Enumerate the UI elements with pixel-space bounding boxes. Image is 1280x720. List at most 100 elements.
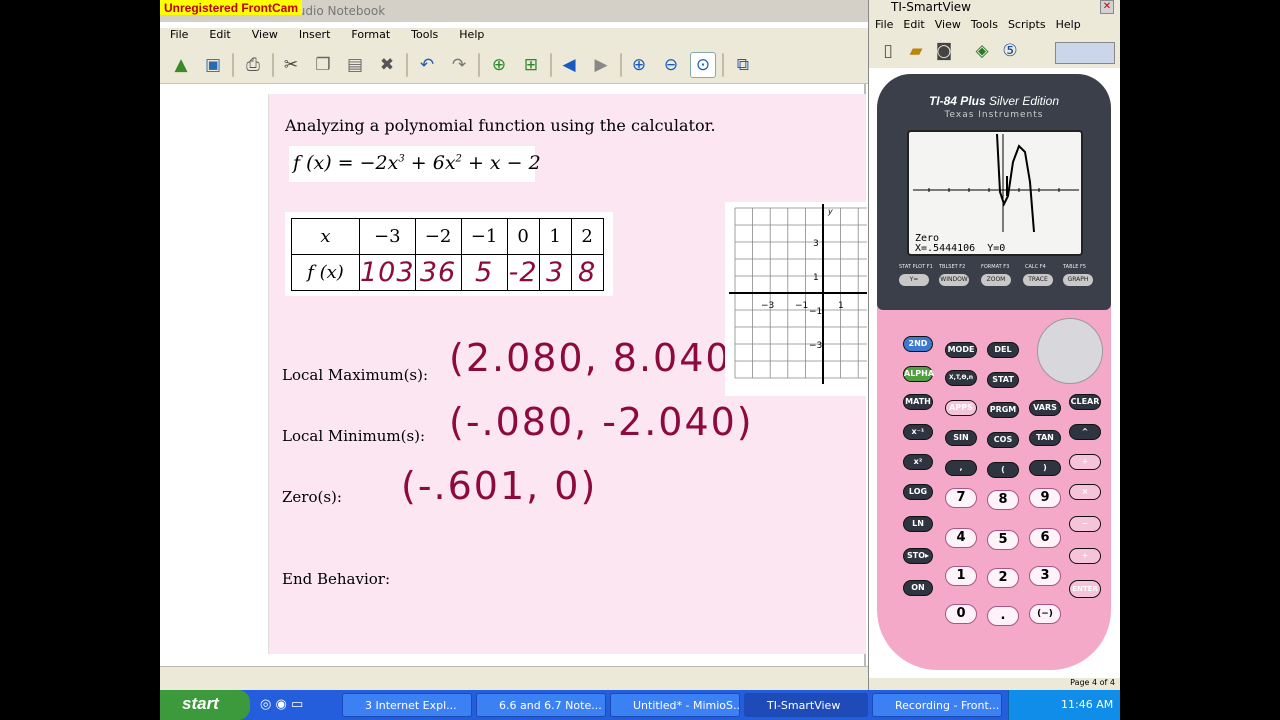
menu-help[interactable]: Help xyxy=(1056,18,1081,34)
fkey-label: TABLE F5 xyxy=(1063,264,1087,270)
zoom-out-icon[interactable]: ⊖ xyxy=(658,52,684,78)
task-recording[interactable]: Recording - Front... xyxy=(872,693,1002,717)
fullscreen-icon[interactable]: ⧉ xyxy=(730,52,756,78)
key-4[interactable]: 4 xyxy=(945,528,977,548)
undo-icon[interactable]: ↶ xyxy=(414,52,440,78)
key-2[interactable]: 2 xyxy=(987,568,1019,588)
divide-key[interactable]: ÷ xyxy=(1069,454,1101,470)
start-button[interactable]: start xyxy=(160,690,250,720)
on-key[interactable]: ON xyxy=(903,580,933,596)
send-icon[interactable]: ◈ xyxy=(969,38,995,64)
menu-insert[interactable]: Insert xyxy=(299,28,331,46)
save-icon[interactable]: ▣ xyxy=(200,52,226,78)
close-paren-key[interactable]: ) xyxy=(1029,460,1061,476)
sin-key[interactable]: SIN xyxy=(945,430,977,446)
add-page-icon[interactable]: ⊕ xyxy=(486,52,512,78)
mode-key[interactable]: MODE xyxy=(945,342,977,358)
notebook-page[interactable]: Analyzing a polynomial function using th… xyxy=(268,94,867,654)
local-max-label: Local Maximum(s): xyxy=(282,366,429,384)
cos-key[interactable]: COS xyxy=(987,432,1019,448)
menu-tools[interactable]: Tools xyxy=(971,18,998,34)
stat-key[interactable]: STAT xyxy=(987,372,1019,388)
xtn-key[interactable]: X,T,Θ,n xyxy=(945,370,977,386)
task-smartview[interactable]: TI-SmartView xyxy=(744,693,868,717)
redo-icon[interactable]: ↷ xyxy=(446,52,472,78)
apps-key[interactable]: APPS xyxy=(945,400,977,416)
add-key[interactable]: + xyxy=(1069,548,1101,564)
notebook-canvas: Analyzing a polynomial function using th… xyxy=(160,84,867,666)
inverse-key[interactable]: x⁻¹ xyxy=(903,424,933,440)
negative-key[interactable]: (−) xyxy=(1029,604,1061,624)
del-key[interactable]: DEL xyxy=(987,342,1019,358)
second-key[interactable]: 2ND xyxy=(903,336,933,352)
close-icon[interactable]: ✕ xyxy=(1100,0,1114,14)
history-icon[interactable]: ⑤ xyxy=(997,38,1023,64)
arrow-pad[interactable] xyxy=(1037,318,1103,384)
menu-help[interactable]: Help xyxy=(459,28,484,46)
key-6[interactable]: 6 xyxy=(1029,528,1061,548)
local-max-handwriting: (2.080, 8.040) xyxy=(449,336,749,380)
key-7[interactable]: 7 xyxy=(945,488,977,508)
calculator-brand: TI-84 Plus Silver Edition xyxy=(928,94,1060,108)
paste-icon[interactable]: ▤ xyxy=(342,52,368,78)
menu-file[interactable]: File xyxy=(875,18,893,34)
menu-view[interactable]: View xyxy=(252,28,278,46)
menu-file[interactable]: File xyxy=(170,28,188,46)
zoom-key[interactable]: ZOOM xyxy=(981,274,1011,286)
clear-key[interactable]: CLEAR xyxy=(1069,394,1101,410)
menu-edit[interactable]: Edit xyxy=(903,18,924,34)
coordinate-grid: y −3 −1 1 3 1 −1 −3 xyxy=(725,202,867,396)
open-icon[interactable]: ▲ xyxy=(168,52,194,78)
decimal-key[interactable]: . xyxy=(987,606,1019,626)
zoom-fit-icon[interactable]: ⊙ xyxy=(690,52,716,78)
screenshot-icon[interactable]: ◙ xyxy=(931,38,957,64)
window-key[interactable]: WINDOW xyxy=(939,274,969,286)
menu-view[interactable]: View xyxy=(935,18,961,34)
menu-edit[interactable]: Edit xyxy=(209,28,230,46)
key-0[interactable]: 0 xyxy=(945,604,977,624)
comma-key[interactable]: , xyxy=(945,460,977,476)
vars-key[interactable]: VARS xyxy=(1029,400,1061,416)
key-1[interactable]: 1 xyxy=(945,566,977,586)
power-key[interactable]: ^ xyxy=(1069,424,1101,440)
menu-tools[interactable]: Tools xyxy=(411,28,438,46)
key-9[interactable]: 9 xyxy=(1029,488,1061,508)
forward-icon[interactable]: ▶ xyxy=(588,52,614,78)
trace-key[interactable]: TRACE xyxy=(1023,274,1053,286)
task-notes[interactable]: 6.6 and 6.7 Note... xyxy=(476,693,606,717)
pen-icon[interactable] xyxy=(1055,42,1115,64)
x-cell: 0 xyxy=(506,218,540,255)
graph-key[interactable]: GRAPH xyxy=(1063,274,1093,286)
delete-icon[interactable]: ✖ xyxy=(374,52,400,78)
cut-icon[interactable]: ✂ xyxy=(278,52,304,78)
back-icon[interactable]: ◀ xyxy=(556,52,582,78)
square-key[interactable]: x² xyxy=(903,454,933,470)
local-min-label: Local Minimum(s): xyxy=(282,427,426,445)
math-key[interactable]: MATH xyxy=(903,394,933,410)
multiply-key[interactable]: × xyxy=(1069,484,1101,500)
menu-format[interactable]: Format xyxy=(351,28,390,46)
key-8[interactable]: 8 xyxy=(987,490,1019,510)
print-icon[interactable]: ⎙ xyxy=(240,52,266,78)
zoom-in-icon[interactable]: ⊕ xyxy=(626,52,652,78)
ln-key[interactable]: LN xyxy=(903,516,933,532)
alpha-key[interactable]: ALPHA xyxy=(903,366,934,382)
copy-icon[interactable]: ❐ xyxy=(310,52,336,78)
enter-key[interactable]: ENTER xyxy=(1069,580,1101,598)
log-key[interactable]: LOG xyxy=(903,484,933,500)
key-5[interactable]: 5 xyxy=(987,530,1019,550)
open-paren-key[interactable]: ( xyxy=(987,462,1019,478)
menu-scripts[interactable]: Scripts xyxy=(1008,18,1046,34)
task-internet-explorer[interactable]: 3 Internet Expl... xyxy=(342,693,472,717)
prgm-key[interactable]: PRGM xyxy=(987,402,1019,418)
y-equals-key[interactable]: Y= xyxy=(899,274,929,286)
tan-key[interactable]: TAN xyxy=(1029,430,1061,446)
open-folder-icon[interactable]: ▰ xyxy=(903,38,929,64)
quicklaunch-icons[interactable]: ◎ ◉ ▭ xyxy=(260,697,303,712)
new-icon[interactable]: ▯ xyxy=(875,38,901,64)
add-page-icon[interactable]: ⊞ xyxy=(518,52,544,78)
task-mimio[interactable]: Untitled* - MimioS... xyxy=(610,693,740,717)
key-3[interactable]: 3 xyxy=(1029,566,1061,586)
subtract-key[interactable]: − xyxy=(1069,516,1101,532)
sto-key[interactable]: STO▸ xyxy=(903,548,933,564)
